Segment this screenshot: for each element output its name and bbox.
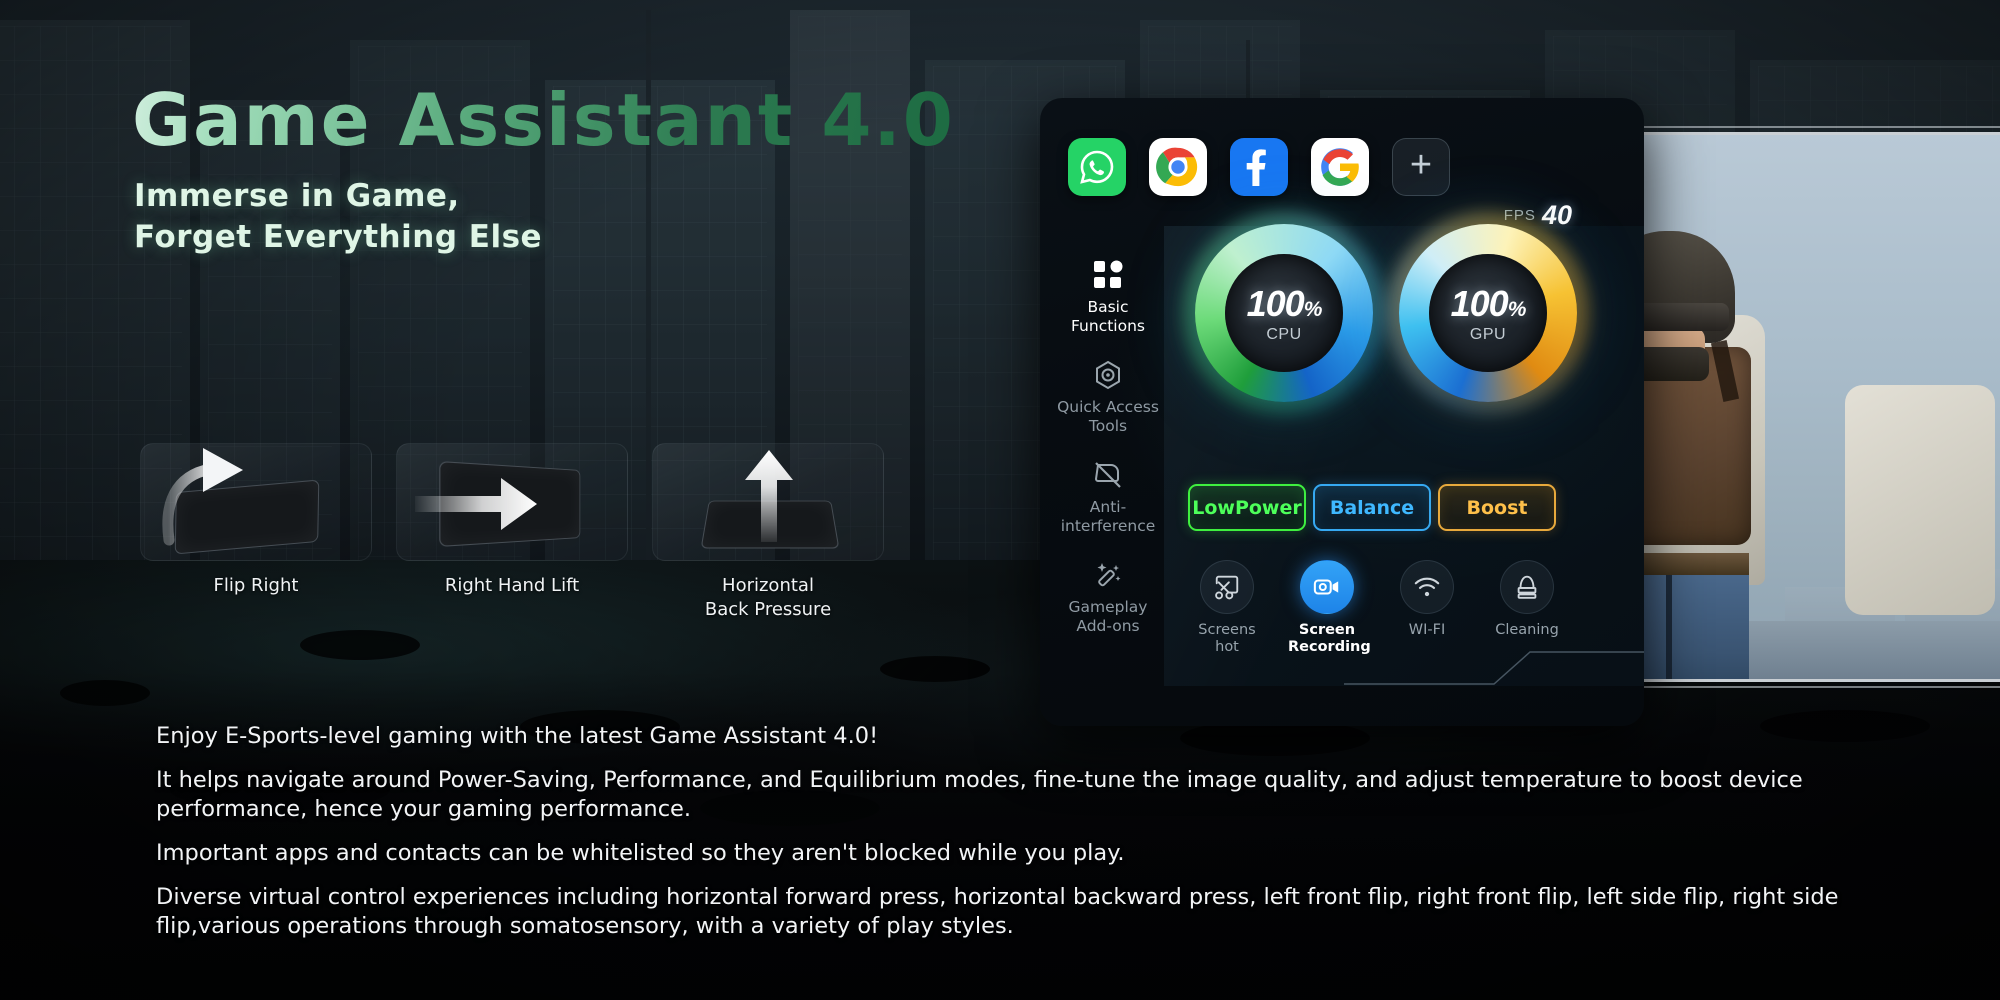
sidebar-item-gameplay-add-ons[interactable]: Gameplay Add-ons <box>1056 558 1160 636</box>
tool-label-line-1: Screens <box>1198 622 1256 638</box>
sidebar-label-line-2: Tools <box>1088 417 1128 436</box>
mode-button-boost[interactable]: Boost <box>1438 484 1556 531</box>
sidebar-item-label: Quick Access Tools <box>1056 398 1160 436</box>
quick-tool-row: Screens hot Screen Recording WI-FI Clean… <box>1188 560 1566 657</box>
gauge-number: 100 <box>1246 282 1305 324</box>
tool-wifi[interactable]: WI-FI <box>1388 560 1466 657</box>
gauge-center: 100% GPU <box>1429 254 1547 372</box>
page-subtitle: Immerse in Game, Forget Everything Else <box>134 176 542 258</box>
copy-paragraph-1: Enjoy E-Sports-level gaming with the lat… <box>156 723 879 749</box>
chrome-icon <box>1156 147 1198 187</box>
app-shortcut-google[interactable] <box>1311 138 1369 196</box>
subtitle-line-1: Immerse in Game, <box>134 178 460 214</box>
gesture-card-art <box>396 443 628 561</box>
subtitle-line-2: Forget Everything Else <box>134 219 543 256</box>
sidebar-label-line-1: Anti- <box>1089 498 1127 517</box>
tool-label: Screens hot <box>1188 622 1266 657</box>
brush-icon <box>1500 560 1554 614</box>
app-shortcut-facebook[interactable] <box>1230 138 1288 196</box>
mode-button-balance[interactable]: Balance <box>1313 484 1431 531</box>
sidebar-item-label: Gameplay Add-ons <box>1056 598 1160 636</box>
tool-label-line-2: hot <box>1215 639 1239 656</box>
sidebar-item-anti-interference[interactable]: Anti- interference <box>1056 458 1160 536</box>
gesture-card-art <box>140 443 372 561</box>
game-assistant-panel: + FPS 40 Basic Functions Quick Access To… <box>1040 98 1644 726</box>
gauge-label: CPU <box>1266 325 1302 343</box>
video-camera-icon <box>1300 560 1354 614</box>
whatsapp-icon <box>1080 150 1114 184</box>
gesture-card-horizontal-back-pressure[interactable]: Horizontal Back Pressure <box>652 443 884 622</box>
gauge-center: 100% CPU <box>1225 254 1343 372</box>
gesture-label-line-1: Horizontal <box>722 575 814 596</box>
gesture-label-line-2: Back Pressure <box>704 598 832 620</box>
app-shortcut-chrome[interactable] <box>1149 138 1207 196</box>
gauge-value: 100% <box>1450 282 1527 325</box>
copy-paragraph-2: It helps navigate around Power-Saving, P… <box>156 766 1803 823</box>
description-copy: Enjoy E-Sports-level gaming with the lat… <box>156 722 1876 956</box>
gauge-unit: % <box>1303 297 1323 321</box>
performance-gauges: 100% CPU 100% GPU <box>1040 212 1644 414</box>
mode-button-lowpower[interactable]: LowPower <box>1188 484 1306 531</box>
app-shortcut-row: + <box>1068 138 1450 196</box>
gauge-value: 100% <box>1246 282 1323 325</box>
copy-paragraph-3: Important apps and contacts can be white… <box>156 840 1125 867</box>
tool-cleaning[interactable]: Cleaning <box>1488 560 1566 657</box>
sidebar-label-line-1: Gameplay <box>1068 598 1148 617</box>
tool-screenshot[interactable]: Screens hot <box>1188 560 1266 657</box>
tool-label: WI-FI <box>1388 622 1466 639</box>
app-shortcut-whatsapp[interactable] <box>1068 138 1126 196</box>
gesture-card-art <box>652 443 884 561</box>
arrow-right-icon <box>415 478 537 530</box>
gesture-label: Horizontal Back Pressure <box>652 574 884 622</box>
tool-label-line-2: Recording <box>1288 639 1371 656</box>
tool-screen-recording[interactable]: Screen Recording <box>1288 560 1371 657</box>
curved-arrow-right-icon <box>162 448 243 546</box>
copy-paragraph-4: Diverse virtual control experiences incl… <box>156 883 1839 940</box>
sidebar-label-line-2: Add-ons <box>1076 617 1140 636</box>
sidebar-item-label: Anti- interference <box>1056 498 1160 536</box>
sidebar-label-line-2: interference <box>1060 517 1156 536</box>
tool-label: Screen Recording <box>1288 622 1371 657</box>
gauge-unit: % <box>1507 297 1527 321</box>
google-icon <box>1321 148 1359 186</box>
gauge-label: GPU <box>1469 325 1507 343</box>
gauge-number: 100 <box>1450 282 1509 324</box>
tool-label: Cleaning <box>1488 622 1566 639</box>
gesture-label: Right Hand Lift <box>444 575 580 596</box>
performance-mode-group: LowPower Balance Boost <box>1188 484 1556 531</box>
promo-page: Game Assistant 4.0 Immerse in Game, Forg… <box>0 0 2000 1000</box>
gesture-label: Flip Right <box>213 575 299 596</box>
add-app-button[interactable]: + <box>1392 138 1450 196</box>
gesture-card-right-hand-lift[interactable]: Right Hand Lift <box>396 443 628 622</box>
facebook-icon <box>1246 149 1266 186</box>
tool-label-line-1: WI-FI <box>1408 622 1446 638</box>
gauge-cpu: 100% CPU <box>1183 212 1385 414</box>
arrow-up-icon <box>745 450 793 542</box>
tool-label-line-1: Screen <box>1298 622 1356 638</box>
screenshot-scissors-icon <box>1200 560 1254 614</box>
wifi-icon <box>1400 560 1454 614</box>
tool-label-line-1: Cleaning <box>1495 622 1559 638</box>
page-title: Game Assistant 4.0 <box>132 78 955 162</box>
gesture-card-flip-right[interactable]: Flip Right <box>140 443 372 622</box>
gauge-gpu: 100% GPU <box>1387 212 1589 414</box>
magic-wand-icon <box>1056 558 1160 592</box>
gesture-card-list: Flip Right Right Hand Lift Horizontal Ba… <box>140 443 884 622</box>
no-notification-icon <box>1056 458 1160 492</box>
